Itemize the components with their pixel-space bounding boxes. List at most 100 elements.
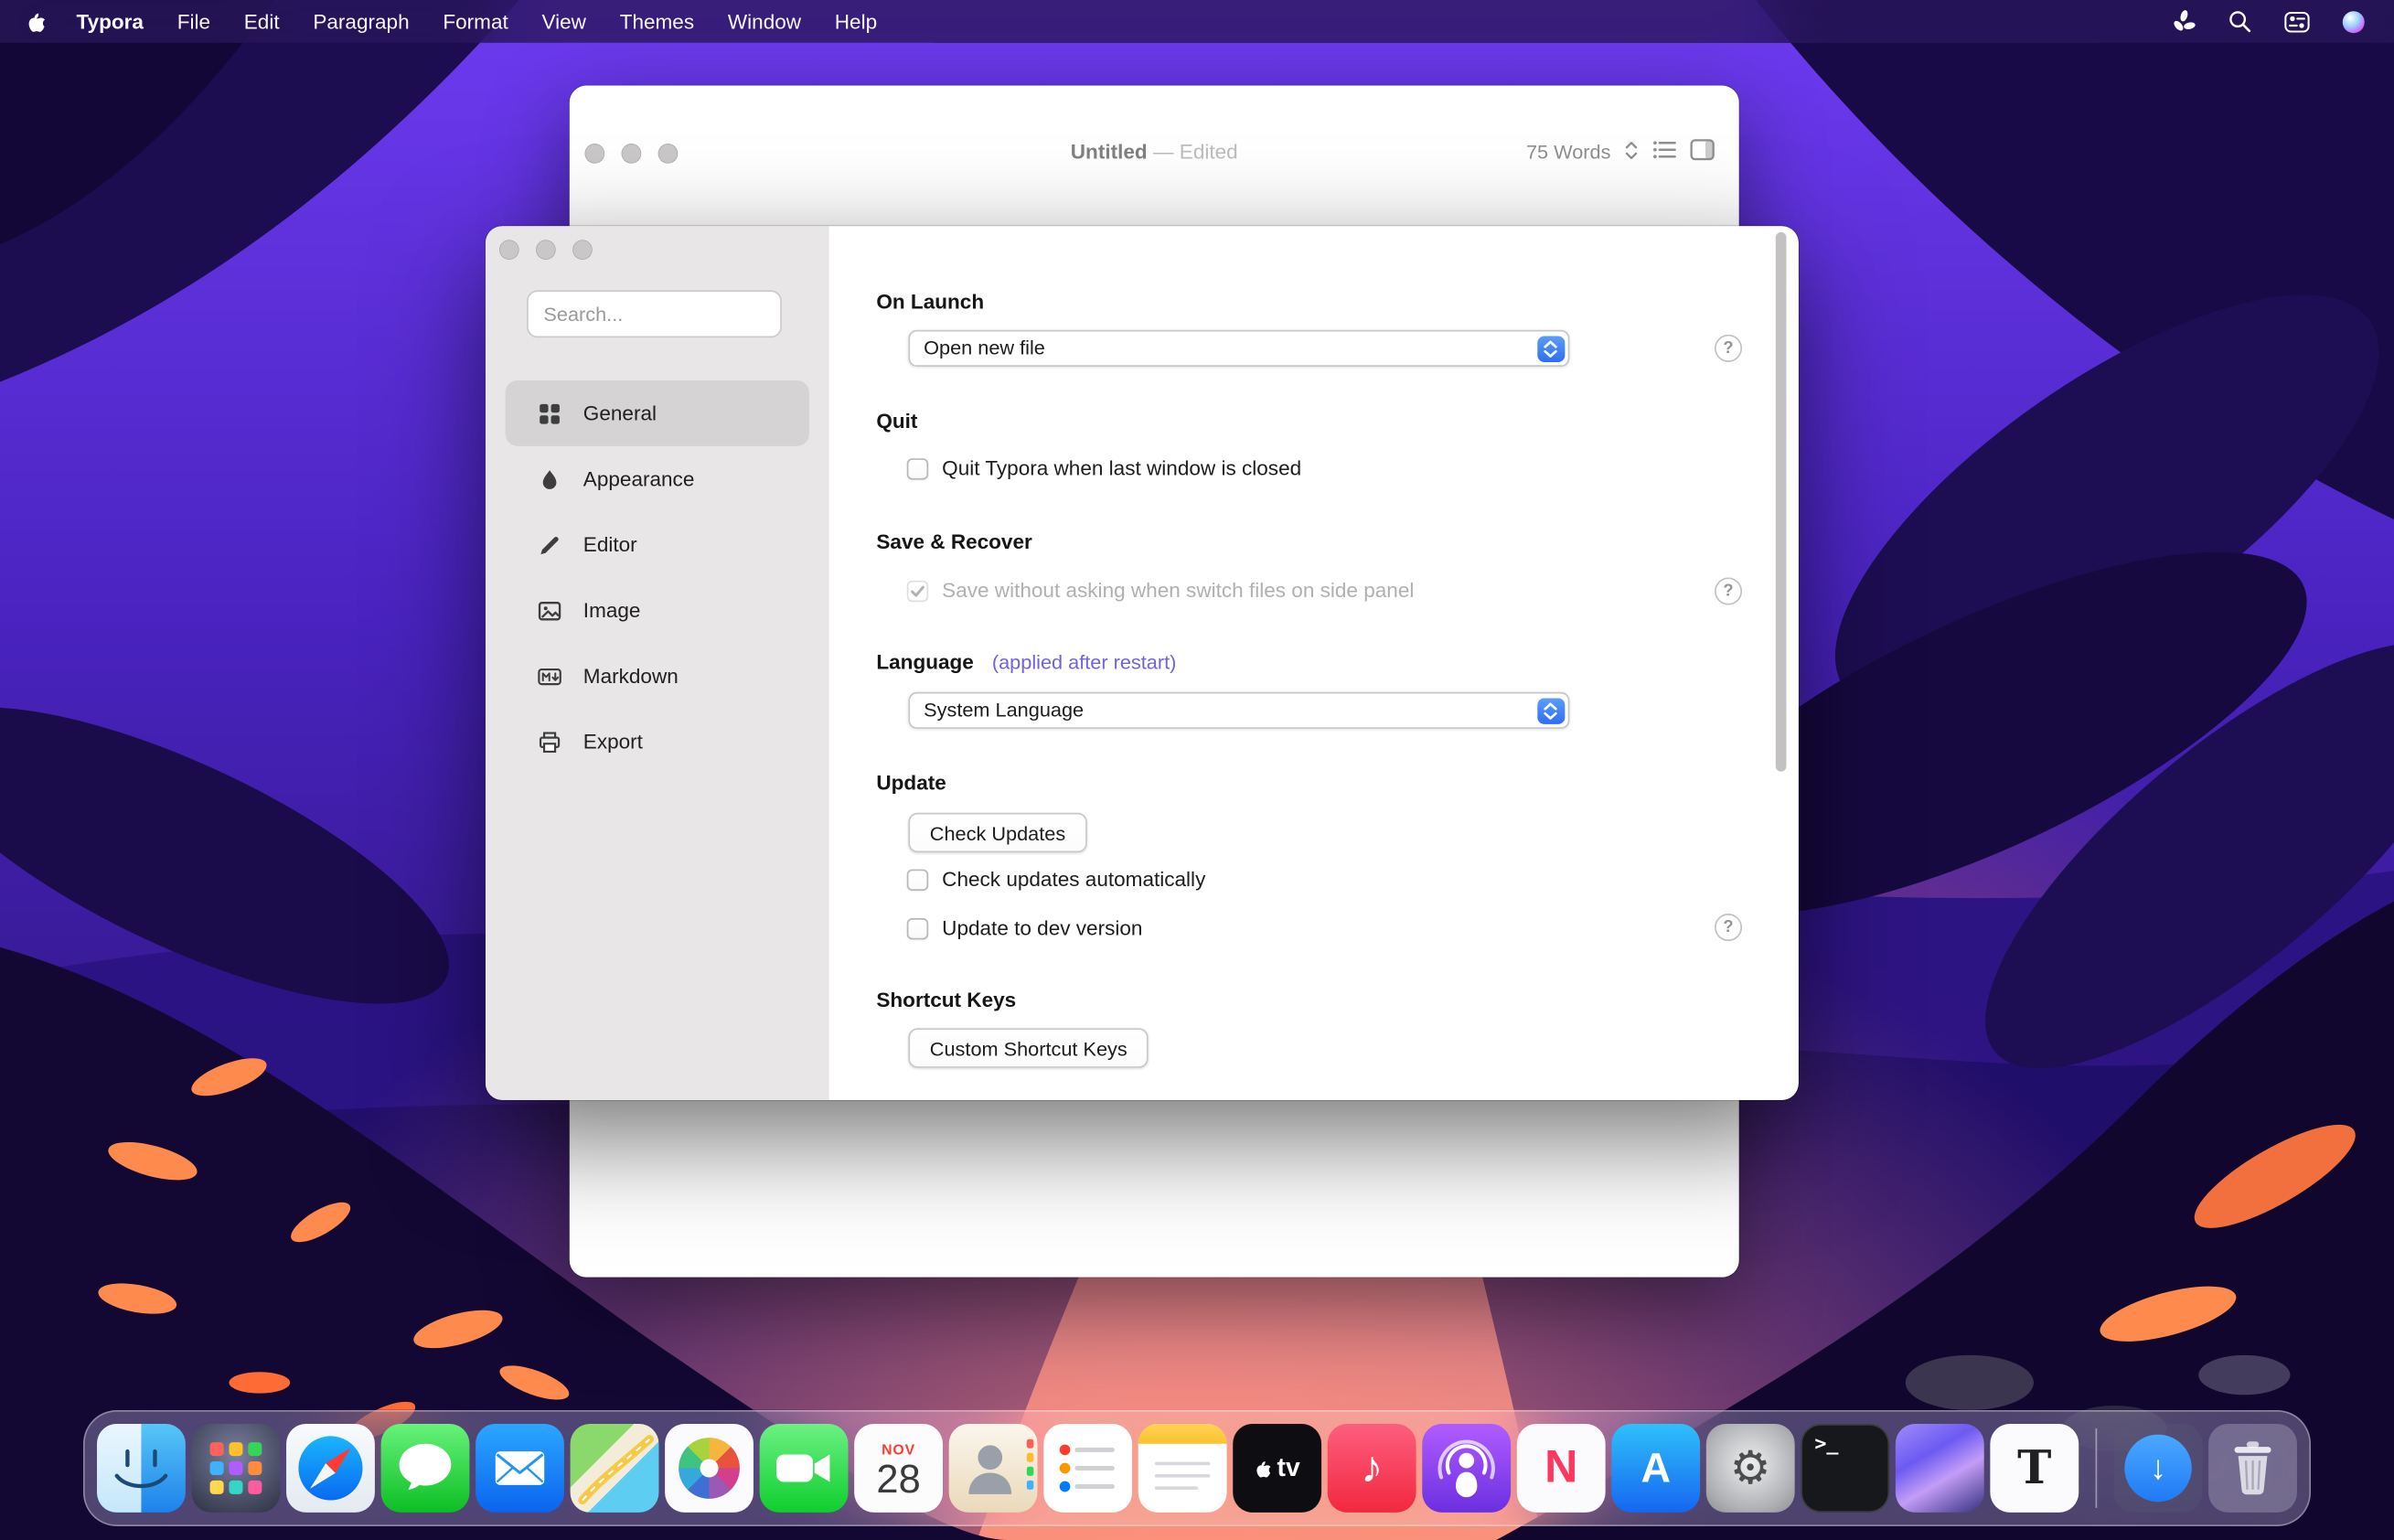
menu-themes[interactable]: Themes (603, 10, 711, 33)
quit-heading: Quit (876, 410, 917, 433)
download-arrow-glyph: ↓ (2150, 1449, 2166, 1488)
menu-view[interactable]: View (525, 10, 603, 33)
outline-icon[interactable] (1652, 139, 1677, 165)
news-letter-glyph: N (1544, 1442, 1577, 1494)
menu-format[interactable]: Format (426, 10, 525, 33)
doc-title-text: Untitled (1071, 141, 1148, 164)
update-heading: Update (876, 772, 946, 795)
scrollbar-thumb[interactable] (1776, 232, 1787, 772)
dock-typora-icon[interactable]: T (1990, 1424, 2079, 1513)
image-icon (536, 597, 561, 623)
sidebar-item-label: Export (583, 731, 643, 754)
popup-stepper-icon (1536, 336, 1564, 361)
zoom-button[interactable] (572, 239, 592, 259)
auto-update-checkbox-row: Check updates automatically (907, 868, 1206, 891)
dock-notes-icon[interactable] (1138, 1424, 1227, 1513)
save-recover-help-icon[interactable]: ? (1715, 577, 1742, 604)
sidebar-item-export[interactable]: Export (506, 709, 809, 775)
custom-shortcut-keys-button[interactable]: Custom Shortcut Keys (908, 1028, 1149, 1067)
on-launch-select[interactable]: Open new file (908, 330, 1569, 367)
calendar-day: 28 (876, 1459, 920, 1498)
menu-window[interactable]: Window (711, 10, 818, 33)
sidebar-item-label: Image (583, 599, 641, 622)
apple-icon (26, 8, 48, 34)
quit-checkbox-row: Quit Typora when last window is closed (907, 457, 1301, 480)
minimize-button[interactable] (535, 239, 555, 259)
tv-glyph: tv (1277, 1453, 1300, 1483)
preferences-sidebar: General Appearance (486, 226, 830, 1100)
sidebar-toggle-icon[interactable] (1690, 139, 1715, 165)
dock-finder-icon[interactable] (97, 1424, 186, 1513)
dock-safari-icon[interactable] (286, 1424, 375, 1513)
preferences-content: On Launch Open new file ? Quit Quit Typo… (829, 226, 1799, 1100)
export-icon (536, 729, 561, 754)
dock-apple-tv-icon[interactable]: tv (1233, 1424, 1321, 1513)
save-without-asking-checkbox (907, 580, 928, 601)
on-launch-help-icon[interactable]: ? (1715, 335, 1742, 362)
search-icon[interactable] (2226, 7, 2253, 35)
appearance-icon (536, 466, 561, 492)
sidebar-item-image[interactable]: Image (506, 577, 809, 643)
sidebar-item-markdown[interactable]: Markdown (506, 643, 809, 709)
general-icon (536, 401, 561, 426)
preferences-window: General Appearance (486, 226, 1799, 1100)
editor-icon (536, 531, 561, 557)
dock-launchpad-icon[interactable] (192, 1424, 281, 1513)
dock-app-store-icon[interactable]: A (1611, 1424, 1700, 1513)
control-center-icon[interactable] (2282, 7, 2310, 35)
language-heading-row: Language(applied after restart) (876, 651, 1176, 674)
siri-icon[interactable] (2339, 7, 2367, 35)
dock-podcasts-icon[interactable] (1422, 1424, 1511, 1513)
update-help-icon[interactable]: ? (1715, 914, 1742, 941)
gear-icon: ⚙ (1730, 1441, 1771, 1494)
menu-status-area (2170, 7, 2394, 35)
quit-checkbox[interactable] (907, 457, 928, 478)
menu-help[interactable]: Help (818, 10, 893, 33)
menu-file[interactable]: File (160, 10, 227, 33)
dock-reminders-icon[interactable] (1043, 1424, 1132, 1513)
sidebar-item-general[interactable]: General (506, 380, 809, 446)
search-input[interactable] (527, 290, 782, 337)
menu-bar: Typora File Edit Paragraph Format View T… (0, 0, 2394, 43)
sidebar-item-label: Markdown (583, 665, 679, 688)
dock-contacts-icon[interactable] (949, 1424, 1038, 1513)
dock-image-file-icon[interactable] (1896, 1424, 1984, 1513)
dock-messages-icon[interactable] (381, 1424, 470, 1513)
dock-facetime-icon[interactable] (760, 1424, 849, 1513)
dock-news-icon[interactable]: N (1517, 1424, 1606, 1513)
dock: NOV 28 (83, 1410, 2311, 1526)
dock-calendar-icon[interactable]: NOV 28 (854, 1424, 943, 1513)
app-store-letter-glyph: A (1641, 1445, 1671, 1492)
dock-trash-icon[interactable] (2208, 1424, 2297, 1513)
dock-photos-icon[interactable] (665, 1424, 753, 1513)
check-updates-button[interactable]: Check Updates (908, 813, 1086, 852)
terminal-prompt-glyph: >_ (1814, 1433, 1838, 1456)
dock-system-settings-icon[interactable]: ⚙ (1706, 1424, 1795, 1513)
auto-update-checkbox[interactable] (907, 869, 928, 890)
dock-downloads-icon[interactable]: ↓ (2114, 1424, 2203, 1513)
apple-menu[interactable] (0, 8, 67, 34)
dev-version-checkbox[interactable] (907, 917, 928, 938)
sidebar-item-label: Editor (583, 533, 637, 556)
dev-version-label: Update to dev version (942, 916, 1142, 939)
save-recover-heading: Save & Recover (876, 530, 1031, 553)
menu-edit[interactable]: Edit (227, 10, 296, 33)
typora-letter-glyph: T (2017, 1441, 2051, 1494)
dock-terminal-icon[interactable]: >_ (1801, 1424, 1889, 1513)
save-without-asking-label: Save without asking when switch files on… (942, 579, 1414, 602)
sidebar-item-appearance[interactable]: Appearance (506, 446, 809, 512)
word-count[interactable]: 75 Words (1526, 141, 1611, 164)
word-count-stepper-icon[interactable] (1624, 140, 1638, 165)
on-launch-heading: On Launch (876, 290, 984, 313)
dock-music-icon[interactable]: ♪ (1328, 1424, 1416, 1513)
close-button[interactable] (498, 239, 518, 259)
dock-maps-icon[interactable] (571, 1424, 659, 1513)
save-recover-checkbox-row: Save without asking when switch files on… (907, 579, 1415, 602)
fan-icon[interactable] (2170, 7, 2197, 35)
quit-checkbox-label: Quit Typora when last window is closed (942, 457, 1301, 480)
dock-mail-icon[interactable] (476, 1424, 564, 1513)
menu-typora[interactable]: Typora (67, 10, 160, 33)
sidebar-item-editor[interactable]: Editor (506, 512, 809, 578)
language-select[interactable]: System Language (908, 692, 1569, 729)
menu-paragraph[interactable]: Paragraph (296, 10, 426, 33)
